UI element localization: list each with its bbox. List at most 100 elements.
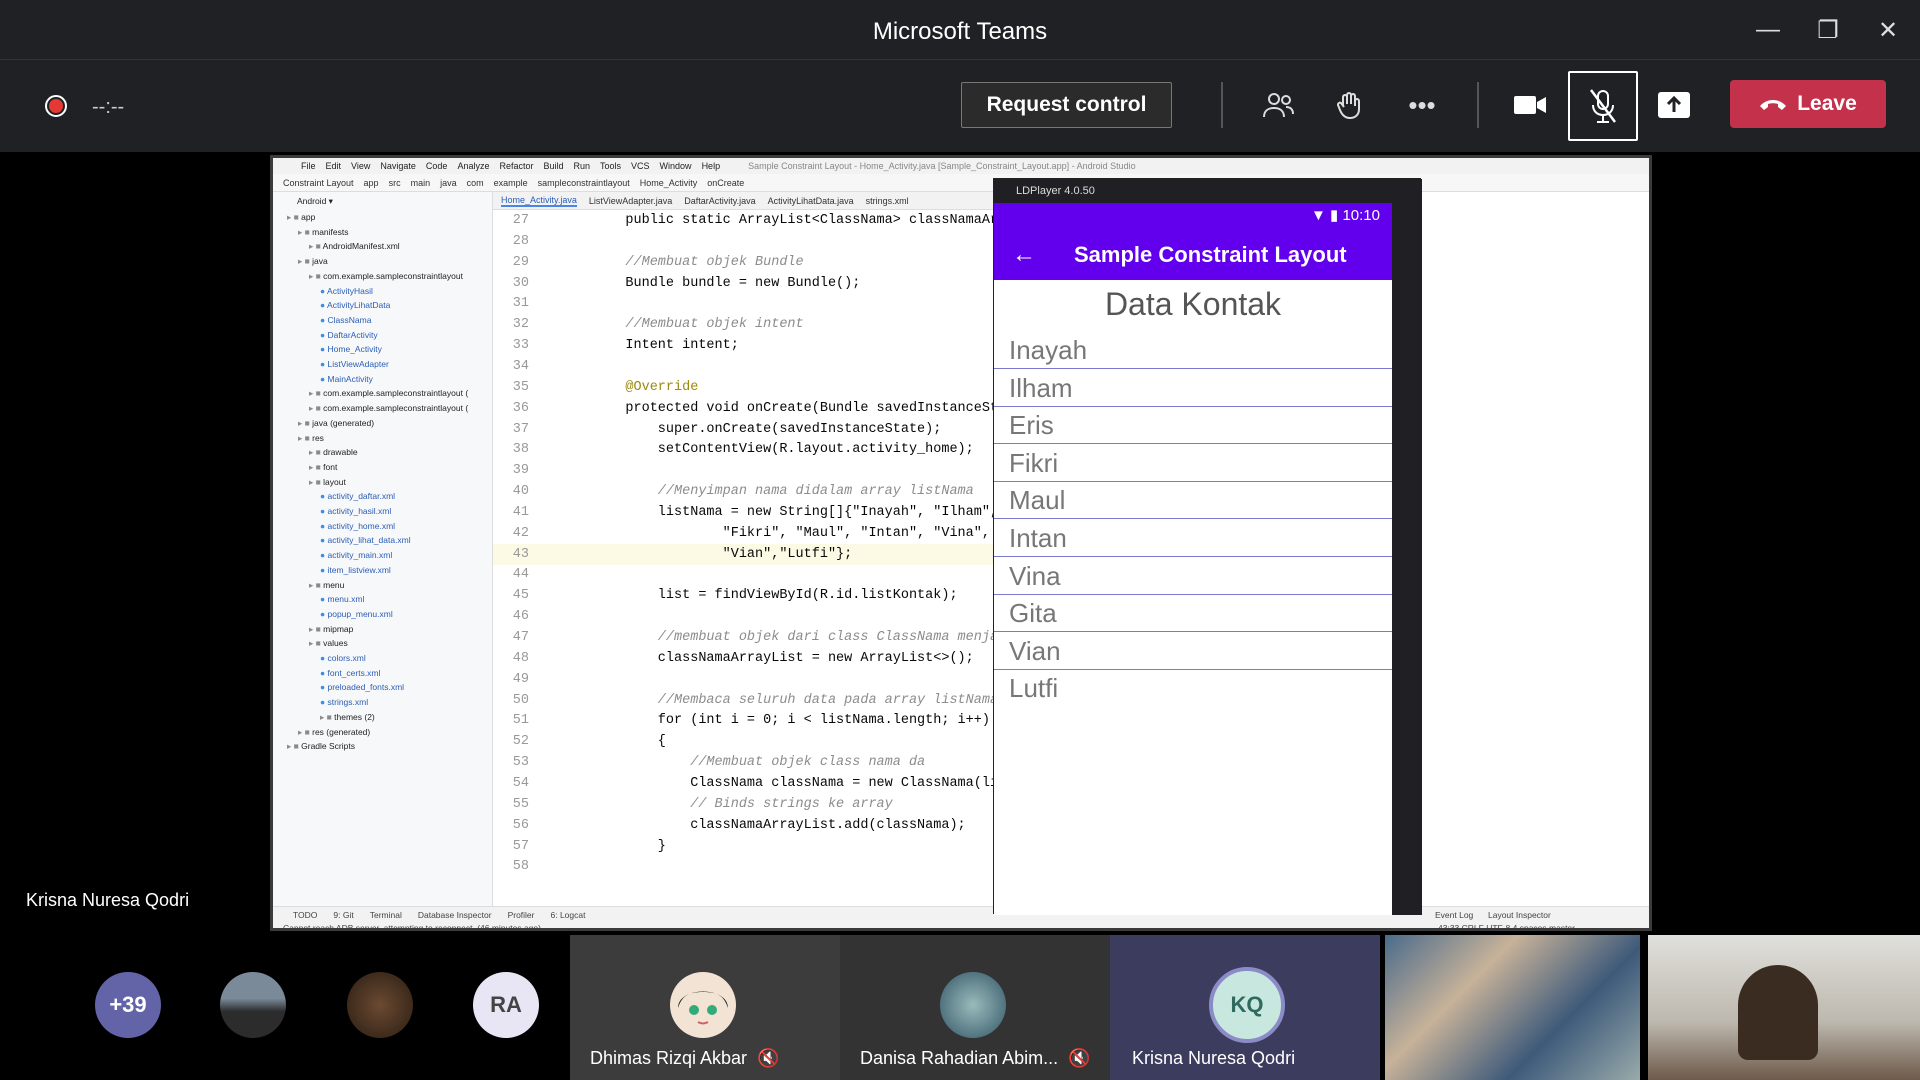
tree-item[interactable]: ● item_listview.xml bbox=[273, 563, 493, 577]
breadcrumb-item[interactable]: com bbox=[467, 178, 484, 188]
ide-menu-item[interactable]: Edit bbox=[326, 161, 342, 171]
gallery-video-tile[interactable] bbox=[1385, 935, 1640, 1080]
tree-item[interactable]: ▸ ■ Gradle Scripts bbox=[273, 739, 493, 753]
list-item[interactable]: Inayah bbox=[994, 331, 1392, 369]
list-item[interactable]: Maul bbox=[994, 481, 1392, 520]
tree-item[interactable]: ▸ ■ res (generated) bbox=[273, 725, 493, 739]
share-screen-icon[interactable] bbox=[1652, 85, 1696, 125]
participants-icon[interactable] bbox=[1256, 85, 1300, 125]
ide-menu-item[interactable]: Navigate bbox=[380, 161, 416, 171]
breadcrumb-item[interactable]: main bbox=[411, 178, 431, 188]
raise-hand-icon[interactable] bbox=[1328, 85, 1372, 125]
list-item[interactable]: Lutfi bbox=[994, 669, 1392, 707]
editor-tab[interactable]: DaftarActivity.java bbox=[684, 196, 755, 206]
tree-item[interactable]: ▸ ■ java (generated) bbox=[273, 416, 493, 430]
participant-photo[interactable] bbox=[220, 972, 286, 1038]
editor-tab[interactable]: ListViewAdapter.java bbox=[589, 196, 672, 206]
layout-inspector-button[interactable]: Layout Inspector bbox=[1488, 910, 1551, 920]
more-participants-badge[interactable]: +39 bbox=[95, 972, 161, 1038]
list-item[interactable]: Fikri bbox=[994, 444, 1392, 482]
breadcrumb-item[interactable]: src bbox=[389, 178, 401, 188]
editor-tab[interactable]: strings.xml bbox=[866, 196, 909, 206]
event-log-button[interactable]: Event Log bbox=[1435, 910, 1473, 920]
tree-item[interactable]: ▸ ■ menu bbox=[273, 578, 493, 592]
project-view-selector[interactable]: Android ▾ bbox=[273, 194, 493, 208]
self-video-tile[interactable] bbox=[1648, 935, 1920, 1080]
tree-item[interactable]: ● MainActivity bbox=[273, 372, 493, 386]
tree-item[interactable]: ▸ ■ com.example.sampleconstraintlayout ( bbox=[273, 401, 493, 415]
tree-item[interactable]: ▸ ■ com.example.sampleconstraintlayout bbox=[273, 269, 493, 283]
tree-item[interactable]: ▸ ■ com.example.sampleconstraintlayout ( bbox=[273, 386, 493, 400]
list-item[interactable]: Eris bbox=[994, 406, 1392, 445]
bottom-tool-tab[interactable]: Database Inspector bbox=[418, 910, 492, 920]
bottom-tool-tab[interactable]: 6: Logcat bbox=[551, 910, 586, 920]
breadcrumb-item[interactable]: onCreate bbox=[707, 178, 744, 188]
tree-item[interactable]: ▸ ■ mipmap bbox=[273, 622, 493, 636]
tree-item[interactable]: ▸ ■ font bbox=[273, 460, 493, 474]
tree-item[interactable]: ● strings.xml bbox=[273, 695, 493, 709]
ide-menu-item[interactable]: File bbox=[301, 161, 316, 171]
tree-item[interactable]: ● font_certs.xml bbox=[273, 666, 493, 680]
tree-item[interactable]: ● activity_lihat_data.xml bbox=[273, 533, 493, 547]
list-item[interactable]: Intan bbox=[994, 519, 1392, 557]
ide-menu-item[interactable]: Run bbox=[574, 161, 591, 171]
list-item[interactable]: Vina bbox=[994, 557, 1392, 595]
tree-item[interactable]: ● menu.xml bbox=[273, 592, 493, 606]
breadcrumb-item[interactable]: example bbox=[494, 178, 528, 188]
tree-item[interactable]: ▸ ■ res bbox=[273, 431, 493, 445]
breadcrumb-item[interactable]: sampleconstraintlayout bbox=[538, 178, 630, 188]
tree-item[interactable]: ▸ ■ java bbox=[273, 254, 493, 268]
tree-item[interactable]: ▸ ■ layout bbox=[273, 475, 493, 489]
ide-menu-item[interactable]: Refactor bbox=[499, 161, 533, 171]
breadcrumb-item[interactable]: Constraint Layout bbox=[283, 178, 354, 188]
tree-item[interactable]: ▸ ■ AndroidManifest.xml bbox=[273, 239, 493, 253]
minimize-icon[interactable]: — bbox=[1748, 14, 1788, 46]
tree-item[interactable]: ● ActivityHasil bbox=[273, 284, 493, 298]
tree-item[interactable]: ● activity_hasil.xml bbox=[273, 504, 493, 518]
mute-microphone-button[interactable] bbox=[1568, 71, 1638, 141]
close-icon[interactable]: ✕ bbox=[1868, 14, 1908, 46]
ide-menu-item[interactable]: Window bbox=[660, 161, 692, 171]
ide-menu-item[interactable]: Help bbox=[702, 161, 721, 171]
camera-icon[interactable] bbox=[1508, 85, 1552, 125]
tree-item[interactable]: ● activity_daftar.xml bbox=[273, 489, 493, 503]
tree-item[interactable]: ● ClassNama bbox=[273, 313, 493, 327]
list-item[interactable]: Gita bbox=[994, 594, 1392, 633]
bottom-tool-tab[interactable]: TODO bbox=[293, 910, 317, 920]
tree-item[interactable]: ● Home_Activity bbox=[273, 342, 493, 356]
bottom-tool-tab[interactable]: Profiler bbox=[508, 910, 535, 920]
tree-item[interactable]: ▸ ■ themes (2) bbox=[273, 710, 493, 724]
tree-item[interactable]: ● DaftarActivity bbox=[273, 328, 493, 342]
tree-item[interactable]: ▸ ■ values bbox=[273, 636, 493, 650]
ide-menu-item[interactable]: Build bbox=[543, 161, 563, 171]
ide-menu-item[interactable]: View bbox=[351, 161, 370, 171]
more-options-icon[interactable]: ••• bbox=[1400, 85, 1444, 125]
back-arrow-icon[interactable]: ← bbox=[1012, 241, 1036, 269]
tree-item[interactable]: ● colors.xml bbox=[273, 651, 493, 665]
participant-initials[interactable]: RA bbox=[473, 972, 539, 1038]
breadcrumb-item[interactable]: java bbox=[440, 178, 457, 188]
breadcrumb-item[interactable]: Home_Activity bbox=[640, 178, 698, 188]
participant-photo[interactable] bbox=[347, 972, 413, 1038]
tree-item[interactable]: ▸ ■ drawable bbox=[273, 445, 493, 459]
bottom-tool-tab[interactable]: Terminal bbox=[370, 910, 402, 920]
tree-item[interactable]: ● ListViewAdapter bbox=[273, 357, 493, 371]
tree-item[interactable]: ▸ ■ manifests bbox=[273, 225, 493, 239]
breadcrumb-item[interactable]: app bbox=[364, 178, 379, 188]
emulator-sidebar[interactable] bbox=[1392, 203, 1422, 915]
ide-menu-item[interactable]: Tools bbox=[600, 161, 621, 171]
tree-item[interactable]: ● popup_menu.xml bbox=[273, 607, 493, 621]
editor-tab[interactable]: ActivityLihatData.java bbox=[768, 196, 854, 206]
list-item[interactable]: Vian bbox=[994, 632, 1392, 670]
tree-item[interactable]: ● activity_home.xml bbox=[273, 519, 493, 533]
ide-menu-item[interactable]: Code bbox=[426, 161, 448, 171]
leave-button[interactable]: Leave bbox=[1730, 80, 1886, 128]
tree-item[interactable]: ● preloaded_fonts.xml bbox=[273, 680, 493, 694]
restore-icon[interactable]: ❐ bbox=[1808, 14, 1848, 46]
request-control-button[interactable]: Request control bbox=[961, 82, 1172, 128]
ide-menu-item[interactable]: VCS bbox=[631, 161, 650, 171]
tree-item[interactable]: ▸ ■ app bbox=[273, 210, 493, 224]
list-item[interactable]: Ilham bbox=[994, 369, 1392, 407]
tree-item[interactable]: ● ActivityLihatData bbox=[273, 298, 493, 312]
bottom-tool-tab[interactable]: 9: Git bbox=[333, 910, 353, 920]
